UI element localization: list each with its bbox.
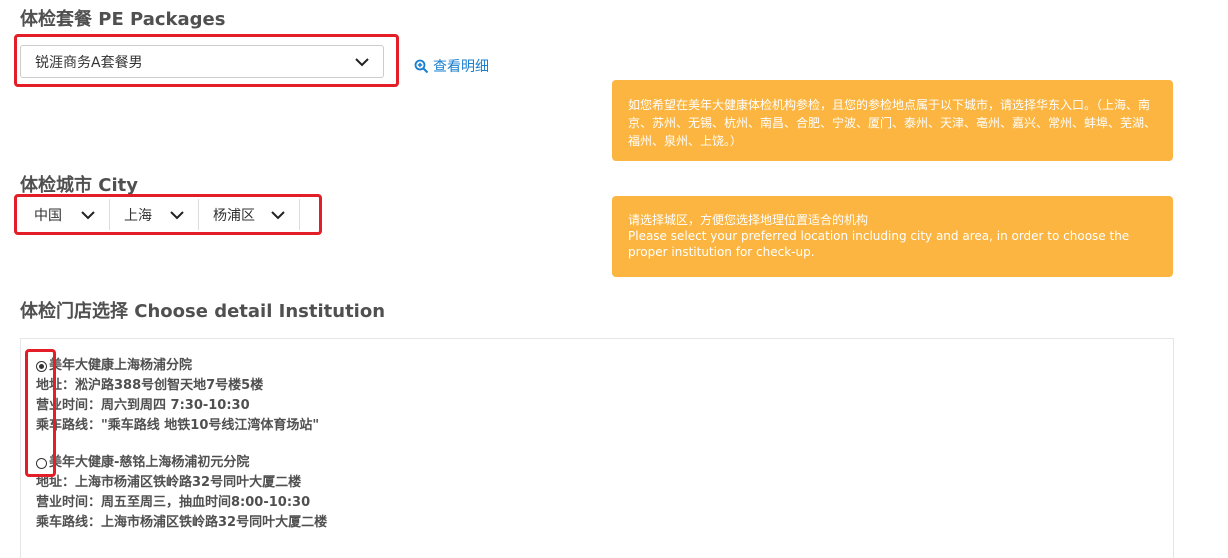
institution-hours: 营业时间：周六到周四 7:30-10:30 xyxy=(36,398,250,413)
chevron-down-icon xyxy=(355,57,369,66)
institution-route: 乘车路线：上海市杨浦区铁岭路32号同叶大厦二楼 xyxy=(36,515,328,530)
chevron-down-icon xyxy=(170,210,184,219)
country-select[interactable]: 中国 xyxy=(20,199,109,230)
institution-heading: 体检门店选择 Choose detail Institution xyxy=(20,301,386,322)
district-select-value: 杨浦区 xyxy=(213,207,255,224)
institution-address: 地址：上海市杨浦区铁岭路32号同叶大厦二楼 xyxy=(36,475,302,490)
institution-item: 美年大健康上海杨浦分院 地址：淞沪路388号创智天地7号楼5楼 营业时间：周六到… xyxy=(36,356,319,436)
district-select[interactable]: 杨浦区 xyxy=(199,199,299,230)
package-select[interactable]: 锐涯商务A套餐男 xyxy=(20,45,384,78)
region-notice: 如您希望在美年大健康体检机构参检，且您的参检地点属于以下城市，请选择华东入口。（… xyxy=(612,80,1173,161)
region-notice-text: 如您希望在美年大健康体检机构参检，且您的参检地点属于以下城市，请选择华东入口。（… xyxy=(628,98,1157,148)
city-notice: 请选择城区，方便您选择地理位置适合的机构 Please select your … xyxy=(612,196,1173,277)
institution-name[interactable]: 美年大健康-慈铭上海杨浦初元分院 xyxy=(49,453,249,473)
institution-address: 地址：淞沪路388号创智天地7号楼5楼 xyxy=(36,378,264,393)
package-select-value: 锐涯商务A套餐男 xyxy=(35,54,143,71)
view-details-label: 查看明细 xyxy=(433,59,489,75)
province-select-value: 上海 xyxy=(124,207,152,224)
institution-hours: 营业时间：周五至周三，抽血时间8:00-10:30 xyxy=(36,495,311,510)
province-select[interactable]: 上海 xyxy=(110,199,198,230)
city-notice-zh: 请选择城区，方便您选择地理位置适合的机构 xyxy=(628,213,869,227)
zoom-in-icon xyxy=(414,59,429,73)
institution-name[interactable]: 美年大健康上海杨浦分院 xyxy=(49,356,192,376)
city-notice-en: Please select your preferred location in… xyxy=(628,229,1130,259)
view-details-link[interactable]: 查看明细 xyxy=(414,56,489,76)
chevron-down-icon xyxy=(81,210,95,219)
select-divider xyxy=(299,199,300,230)
chevron-down-icon xyxy=(271,210,285,219)
institution-route: 乘车路线："乘车路线 地铁10号线江湾体育场站" xyxy=(36,418,320,433)
institution-item: 美年大健康-慈铭上海杨浦初元分院 地址：上海市杨浦区铁岭路32号同叶大厦二楼 营… xyxy=(36,453,327,533)
radio-highlight-box xyxy=(25,349,56,477)
country-select-value: 中国 xyxy=(34,207,62,224)
package-heading: 体检套餐 PE Packages xyxy=(20,9,226,30)
